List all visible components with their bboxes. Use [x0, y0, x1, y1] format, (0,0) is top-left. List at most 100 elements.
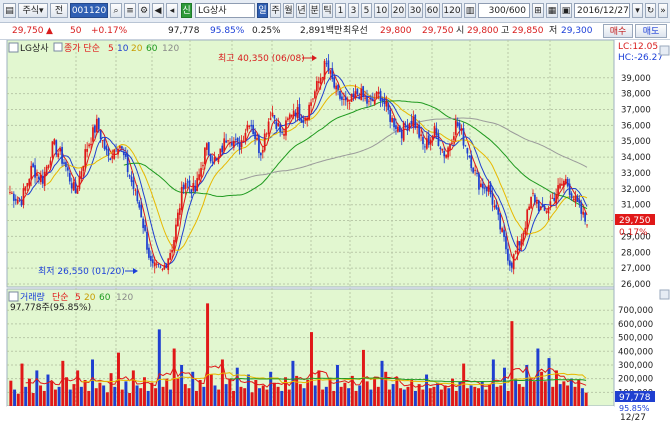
candle-body — [491, 193, 494, 205]
stock-list-icon[interactable]: ≡ — [124, 3, 136, 18]
buy-button[interactable]: 매수 — [603, 24, 633, 38]
candle-body — [246, 124, 249, 131]
period-day-button[interactable]: 일 — [257, 3, 268, 18]
period-week-button[interactable]: 주 — [270, 3, 281, 18]
date-picker-icon[interactable]: ▾ — [632, 3, 643, 18]
stock-code-input[interactable]: 001120 — [70, 3, 108, 18]
minute-10-button[interactable]: 10 — [374, 3, 389, 18]
candle-body — [76, 188, 79, 194]
candle-body — [350, 94, 353, 102]
market-mode-select[interactable]: 전 — [50, 3, 68, 18]
price-tick-label: 32,000 — [621, 185, 651, 195]
zoom-icon[interactable]: ⊞ — [532, 3, 544, 18]
sound-icon[interactable]: ◀ — [152, 3, 164, 18]
turnover-rate: 0.25% — [252, 26, 281, 36]
candle-body — [51, 141, 54, 158]
volume-bar — [46, 374, 50, 406]
minute-1-button[interactable]: 1 — [335, 3, 346, 18]
candle-body — [107, 149, 110, 156]
candle-body — [451, 142, 453, 144]
credit-badge-icon: 신 — [181, 3, 192, 18]
candle-body — [584, 212, 586, 222]
candle-body — [269, 118, 272, 121]
minute-30-button[interactable]: 30 — [408, 3, 423, 18]
candle-body — [524, 227, 527, 234]
volume-bar — [146, 390, 150, 406]
candle-body — [497, 207, 500, 215]
candle-body — [568, 183, 571, 195]
bar-count-input[interactable]: 300/600 — [478, 3, 530, 18]
period-month-button[interactable]: 월 — [283, 3, 294, 18]
prev-stock-icon[interactable]: ◂ — [166, 3, 178, 18]
volume-bar — [57, 386, 61, 406]
candle-body — [310, 102, 312, 106]
candle-body — [561, 183, 563, 186]
candle-body — [582, 211, 585, 215]
volume-bar — [569, 378, 573, 406]
minute-120-button[interactable]: 120 — [442, 3, 462, 18]
search-icon[interactable]: ⌕ — [110, 3, 122, 18]
period-tick-button[interactable]: 틱 — [322, 3, 333, 18]
minute-60-button[interactable]: 60 — [425, 3, 440, 18]
stock-chart[interactable]: 26,00027,00028,00029,00030,00031,00032,0… — [0, 40, 670, 429]
volume-bar — [13, 389, 17, 406]
high-label: 고 — [501, 26, 510, 36]
volume-bar — [469, 385, 473, 406]
price-panel-menu-icon[interactable] — [8, 42, 19, 53]
volume-bar — [235, 367, 239, 406]
minute-20-button[interactable]: 20 — [391, 3, 406, 18]
candle-body — [427, 135, 430, 145]
candle-body — [80, 171, 83, 179]
panel-expand-icon[interactable] — [659, 45, 670, 56]
more-icon[interactable]: » — [658, 3, 668, 18]
date-input[interactable]: 2016/12/27 — [574, 3, 630, 18]
ma-settings-icon[interactable] — [53, 42, 63, 52]
candle-body — [337, 84, 339, 90]
volume-bar — [558, 384, 562, 406]
volume-tick-label: 400,000 — [618, 347, 653, 357]
minute-3-button[interactable]: 3 — [348, 3, 359, 18]
period-year-button[interactable]: 년 — [296, 3, 307, 18]
volume-panel-menu-icon[interactable] — [8, 291, 19, 302]
lock-icon[interactable]: ▣ — [560, 3, 572, 18]
candle-body — [175, 224, 177, 243]
refresh-icon[interactable]: ↻ — [645, 3, 656, 18]
volume-bar — [172, 348, 176, 406]
volume-bar — [272, 382, 276, 406]
volume-bar — [291, 360, 295, 406]
scroll-up-icon[interactable] — [659, 289, 670, 300]
candle-body — [468, 155, 471, 157]
calendar-icon[interactable]: ▦ — [546, 3, 558, 18]
vol-ma60-legend: 60 — [99, 293, 111, 303]
high-price: 29,850 — [512, 26, 544, 36]
volume-bar — [477, 388, 480, 406]
volume-bar — [514, 378, 518, 406]
menu-icon[interactable]: ▤ — [3, 3, 16, 18]
candle-body — [408, 123, 411, 129]
period-minute-button[interactable]: 분 — [309, 3, 320, 18]
candle-body — [287, 118, 289, 121]
candle-body — [142, 218, 145, 228]
candle-body — [273, 115, 276, 119]
candle-body — [537, 200, 540, 212]
stock-name-field[interactable]: LG상사 — [195, 3, 255, 18]
candle-body — [65, 162, 67, 167]
sell-button[interactable]: 매도 — [635, 24, 667, 38]
volume-bar — [317, 370, 321, 406]
candle-body — [344, 96, 347, 101]
market-select[interactable]: 주식▾ — [18, 3, 48, 18]
candle-body — [261, 150, 264, 153]
volume-bar — [484, 389, 488, 406]
candle-body — [441, 148, 444, 151]
candle-body — [66, 167, 69, 171]
candle-body — [325, 63, 328, 65]
candle-body — [439, 147, 442, 150]
minute-5-button[interactable]: 5 — [361, 3, 372, 18]
candle-body — [136, 190, 139, 202]
volume-ratio: 95.85% — [210, 26, 245, 36]
settings-icon[interactable]: ⚙ — [138, 3, 150, 18]
chart-type-icon[interactable]: ▥ — [464, 3, 476, 18]
candle-body — [105, 146, 108, 151]
candle-body — [379, 90, 382, 101]
candle-body — [505, 236, 507, 250]
